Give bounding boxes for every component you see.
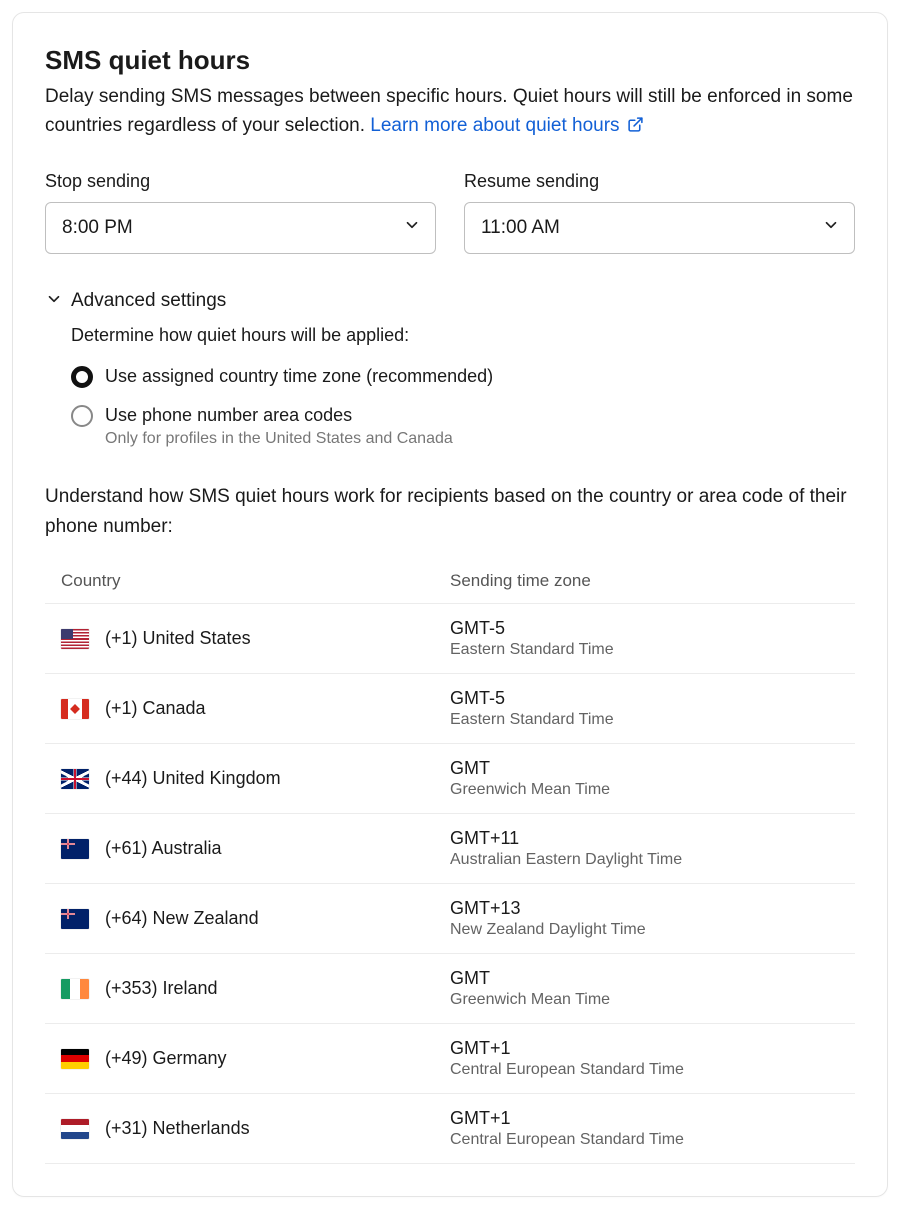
radio-option-area-codes[interactable]: Use phone number area codes Only for pro…	[71, 403, 855, 448]
resume-sending-value: 11:00 AM	[481, 217, 560, 239]
country-label: (+61) Australia	[105, 838, 222, 859]
table-body: (+1) United States GMT-5 Eastern Standard …	[45, 603, 855, 1164]
country-cell: (+44) United Kingdom	[61, 768, 450, 789]
chevron-down-icon	[822, 216, 840, 240]
timezone-cell: GMT+1 Central European Standard Time	[450, 1038, 839, 1079]
stop-sending-group: Stop sending 8:00 PM	[45, 171, 436, 254]
flag-icon	[61, 769, 89, 789]
advanced-settings-toggle[interactable]: Advanced settings	[45, 290, 855, 313]
country-cell: (+353) Ireland	[61, 978, 450, 999]
table-row: (+61) Australia GMT+11 Australian Eastern …	[45, 813, 855, 883]
timezone-cell: GMT+11 Australian Eastern Daylight Time	[450, 828, 839, 869]
country-cell: (+1) United States	[61, 628, 450, 649]
table-row: (+49) Germany GMT+1 Central European Stand…	[45, 1023, 855, 1093]
timezone-cell: GMT Greenwich Mean Time	[450, 968, 839, 1009]
advanced-description: Determine how quiet hours will be applie…	[71, 325, 855, 346]
table-row: (+1) Canada GMT-5 Eastern Standard Time	[45, 673, 855, 743]
country-label: (+44) United Kingdom	[105, 768, 281, 789]
country-label: (+1) United States	[105, 628, 251, 649]
country-label: (+49) Germany	[105, 1048, 227, 1069]
column-header-country: Country	[61, 571, 450, 591]
advanced-settings-label: Advanced settings	[71, 290, 226, 312]
country-cell: (+31) Netherlands	[61, 1118, 450, 1139]
timezone-name: Central European Standard Time	[450, 1131, 839, 1149]
table-row: (+64) New Zealand GMT+13 New Zealand Dayli…	[45, 883, 855, 953]
timezone-cell: GMT-5 Eastern Standard Time	[450, 618, 839, 659]
flag-icon	[61, 909, 89, 929]
country-label: (+1) Canada	[105, 698, 206, 719]
gmt-offset: GMT+13	[450, 898, 839, 919]
country-label: (+31) Netherlands	[105, 1118, 250, 1139]
time-selects-row: Stop sending 8:00 PM Resume sending 11:0…	[45, 171, 855, 254]
gmt-offset: GMT	[450, 758, 839, 779]
country-cell: (+1) Canada	[61, 698, 450, 719]
table-header: Country Sending time zone	[45, 561, 855, 603]
radio-label: Use assigned country time zone (recommen…	[105, 364, 493, 389]
radio-icon	[71, 405, 93, 427]
table-row: (+44) United Kingdom GMT Greenwich Mean Ti…	[45, 743, 855, 813]
radio-sublabel: Only for profiles in the United States a…	[105, 430, 453, 448]
stop-sending-select[interactable]: 8:00 PM	[45, 202, 436, 254]
radio-label: Use phone number area codes	[105, 403, 453, 428]
learn-more-link[interactable]: Learn more about quiet hours	[370, 115, 644, 136]
learn-more-label: Learn more about quiet hours	[370, 115, 619, 136]
timezone-cell: GMT Greenwich Mean Time	[450, 758, 839, 799]
radio-option-country-timezone[interactable]: Use assigned country time zone (recommen…	[71, 364, 855, 389]
section-description: Delay sending SMS messages between speci…	[45, 82, 855, 143]
country-cell: (+64) New Zealand	[61, 908, 450, 929]
timezone-cell: GMT+1 Central European Standard Time	[450, 1108, 839, 1149]
flag-icon	[61, 1119, 89, 1139]
chevron-down-icon	[403, 216, 421, 240]
timezone-name: Eastern Standard Time	[450, 641, 839, 659]
timezone-name: Greenwich Mean Time	[450, 781, 839, 799]
external-link-icon	[627, 113, 644, 142]
country-cell: (+61) Australia	[61, 838, 450, 859]
timezone-cell: GMT-5 Eastern Standard Time	[450, 688, 839, 729]
gmt-offset: GMT	[450, 968, 839, 989]
gmt-offset: GMT+1	[450, 1038, 839, 1059]
radio-icon	[71, 366, 93, 388]
timezone-name: Central European Standard Time	[450, 1061, 839, 1079]
flag-icon	[61, 839, 89, 859]
column-header-timezone: Sending time zone	[450, 571, 839, 591]
timezone-cell: GMT+13 New Zealand Daylight Time	[450, 898, 839, 939]
timezone-table: Country Sending time zone (+1) United St…	[45, 561, 855, 1164]
table-row: (+353) Ireland GMT Greenwich Mean Time	[45, 953, 855, 1023]
table-intro-text: Understand how SMS quiet hours work for …	[45, 482, 855, 541]
country-label: (+64) New Zealand	[105, 908, 259, 929]
timezone-name: Greenwich Mean Time	[450, 991, 839, 1009]
table-row: (+1) United States GMT-5 Eastern Standard …	[45, 603, 855, 673]
table-row: (+31) Netherlands GMT+1 Central European S…	[45, 1093, 855, 1164]
gmt-offset: GMT-5	[450, 618, 839, 639]
flag-icon	[61, 629, 89, 649]
country-cell: (+49) Germany	[61, 1048, 450, 1069]
stop-sending-value: 8:00 PM	[62, 217, 133, 239]
country-label: (+353) Ireland	[105, 978, 218, 999]
resume-sending-select[interactable]: 11:00 AM	[464, 202, 855, 254]
timezone-name: Australian Eastern Daylight Time	[450, 851, 839, 869]
timezone-name: Eastern Standard Time	[450, 711, 839, 729]
resume-sending-group: Resume sending 11:00 AM	[464, 171, 855, 254]
advanced-settings-body: Determine how quiet hours will be applie…	[45, 325, 855, 448]
gmt-offset: GMT+1	[450, 1108, 839, 1129]
resume-sending-label: Resume sending	[464, 171, 855, 192]
section-title: SMS quiet hours	[45, 45, 855, 76]
gmt-offset: GMT+11	[450, 828, 839, 849]
flag-icon	[61, 1049, 89, 1069]
flag-icon	[61, 699, 89, 719]
gmt-offset: GMT-5	[450, 688, 839, 709]
timezone-name: New Zealand Daylight Time	[450, 921, 839, 939]
stop-sending-label: Stop sending	[45, 171, 436, 192]
chevron-down-icon	[45, 290, 63, 313]
flag-icon	[61, 979, 89, 999]
quiet-hours-card: SMS quiet hours Delay sending SMS messag…	[12, 12, 888, 1197]
